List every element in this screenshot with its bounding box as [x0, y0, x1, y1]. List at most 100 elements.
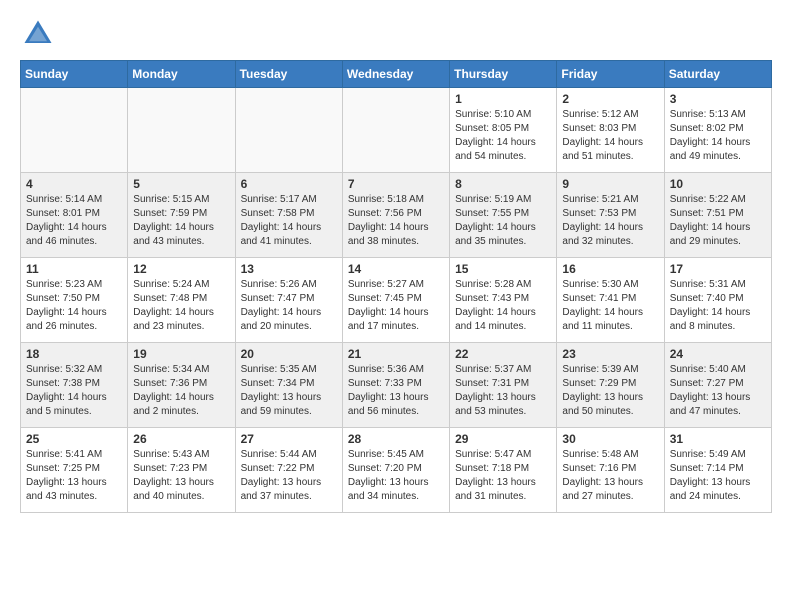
day-number: 8	[455, 177, 551, 191]
day-info: Sunrise: 5:44 AM Sunset: 7:22 PM Dayligh…	[241, 448, 337, 504]
day-number: 17	[670, 262, 766, 276]
calendar-cell: 28 Sunrise: 5:45 AM Sunset: 7:20 PM Dayli…	[342, 428, 449, 513]
calendar-header-monday: Monday	[128, 61, 235, 88]
day-number: 7	[348, 177, 444, 191]
day-info: Sunrise: 5:47 AM Sunset: 7:18 PM Dayligh…	[455, 448, 551, 504]
day-info: Sunrise: 5:28 AM Sunset: 7:43 PM Dayligh…	[455, 278, 551, 334]
day-number: 26	[133, 432, 229, 446]
calendar-header-thursday: Thursday	[450, 61, 557, 88]
calendar-cell: 15 Sunrise: 5:28 AM Sunset: 7:43 PM Dayli…	[450, 258, 557, 343]
calendar-header-sunday: Sunday	[21, 61, 128, 88]
calendar-cell: 10 Sunrise: 5:22 AM Sunset: 7:51 PM Dayli…	[664, 173, 771, 258]
day-info: Sunrise: 5:24 AM Sunset: 7:48 PM Dayligh…	[133, 278, 229, 334]
calendar-cell: 27 Sunrise: 5:44 AM Sunset: 7:22 PM Dayli…	[235, 428, 342, 513]
day-info: Sunrise: 5:31 AM Sunset: 7:40 PM Dayligh…	[670, 278, 766, 334]
day-number: 12	[133, 262, 229, 276]
calendar-cell: 23Sunrise: 5:39 AM Sunset: 7:29 PM Dayli…	[557, 343, 664, 428]
day-info: Sunrise: 5:13 AM Sunset: 8:02 PM Dayligh…	[670, 108, 766, 164]
day-number: 14	[348, 262, 444, 276]
calendar-cell	[342, 88, 449, 173]
day-number: 2	[562, 92, 658, 106]
calendar-header-row: SundayMondayTuesdayWednesdayThursdayFrid…	[21, 61, 772, 88]
calendar-cell: 14 Sunrise: 5:27 AM Sunset: 7:45 PM Dayli…	[342, 258, 449, 343]
day-info: Sunrise: 5:10 AM Sunset: 8:05 PM Dayligh…	[455, 108, 551, 164]
day-info: Sunrise: 5:26 AM Sunset: 7:47 PM Dayligh…	[241, 278, 337, 334]
day-number: 15	[455, 262, 551, 276]
day-number: 19	[133, 347, 229, 361]
day-info: Sunrise: 5:41 AM Sunset: 7:25 PM Dayligh…	[26, 448, 122, 504]
calendar-header-tuesday: Tuesday	[235, 61, 342, 88]
day-number: 30	[562, 432, 658, 446]
day-number: 5	[133, 177, 229, 191]
calendar-cell: 6Sunrise: 5:17 AM Sunset: 7:58 PM Daylig…	[235, 173, 342, 258]
day-info: Sunrise: 5:15 AM Sunset: 7:59 PM Dayligh…	[133, 193, 229, 249]
calendar-cell: 5 Sunrise: 5:15 AM Sunset: 7:59 PM Daylig…	[128, 173, 235, 258]
day-number: 3	[670, 92, 766, 106]
calendar-cell: 25 Sunrise: 5:41 AM Sunset: 7:25 PM Dayli…	[21, 428, 128, 513]
calendar-header-friday: Friday	[557, 61, 664, 88]
day-info: Sunrise: 5:45 AM Sunset: 7:20 PM Dayligh…	[348, 448, 444, 504]
calendar-cell: 20Sunrise: 5:35 AM Sunset: 7:34 PM Dayli…	[235, 343, 342, 428]
calendar-cell: 19Sunrise: 5:34 AM Sunset: 7:36 PM Dayli…	[128, 343, 235, 428]
day-number: 4	[26, 177, 122, 191]
day-number: 18	[26, 347, 122, 361]
calendar-cell: 18 Sunrise: 5:32 AM Sunset: 7:38 PM Dayli…	[21, 343, 128, 428]
calendar-week-row-3: 11 Sunrise: 5:23 AM Sunset: 7:50 PM Dayli…	[21, 258, 772, 343]
calendar-cell: 3 Sunrise: 5:13 AM Sunset: 8:02 PM Daylig…	[664, 88, 771, 173]
calendar-cell: 21Sunrise: 5:36 AM Sunset: 7:33 PM Dayli…	[342, 343, 449, 428]
day-number: 27	[241, 432, 337, 446]
day-info: Sunrise: 5:18 AM Sunset: 7:56 PM Dayligh…	[348, 193, 444, 249]
calendar-week-row-1: 1Sunrise: 5:10 AM Sunset: 8:05 PM Daylig…	[21, 88, 772, 173]
day-info: Sunrise: 5:40 AM Sunset: 7:27 PM Dayligh…	[670, 363, 766, 419]
calendar-cell: 16Sunrise: 5:30 AM Sunset: 7:41 PM Dayli…	[557, 258, 664, 343]
logo	[20, 16, 62, 52]
calendar-week-row-5: 25 Sunrise: 5:41 AM Sunset: 7:25 PM Dayli…	[21, 428, 772, 513]
day-number: 31	[670, 432, 766, 446]
calendar-cell: 4 Sunrise: 5:14 AM Sunset: 8:01 PM Daylig…	[21, 173, 128, 258]
calendar-cell: 26 Sunrise: 5:43 AM Sunset: 7:23 PM Dayli…	[128, 428, 235, 513]
calendar-cell	[235, 88, 342, 173]
calendar-cell: 22 Sunrise: 5:37 AM Sunset: 7:31 PM Dayli…	[450, 343, 557, 428]
calendar-cell: 9 Sunrise: 5:21 AM Sunset: 7:53 PM Daylig…	[557, 173, 664, 258]
day-info: Sunrise: 5:35 AM Sunset: 7:34 PM Dayligh…	[241, 363, 337, 419]
day-number: 10	[670, 177, 766, 191]
day-number: 25	[26, 432, 122, 446]
calendar-cell	[128, 88, 235, 173]
day-info: Sunrise: 5:23 AM Sunset: 7:50 PM Dayligh…	[26, 278, 122, 334]
logo-icon	[20, 16, 56, 52]
calendar-cell: 29 Sunrise: 5:47 AM Sunset: 7:18 PM Dayli…	[450, 428, 557, 513]
day-info: Sunrise: 5:37 AM Sunset: 7:31 PM Dayligh…	[455, 363, 551, 419]
day-info: Sunrise: 5:12 AM Sunset: 8:03 PM Dayligh…	[562, 108, 658, 164]
calendar-cell: 7 Sunrise: 5:18 AM Sunset: 7:56 PM Daylig…	[342, 173, 449, 258]
day-number: 6	[241, 177, 337, 191]
calendar-cell: 12 Sunrise: 5:24 AM Sunset: 7:48 PM Dayli…	[128, 258, 235, 343]
day-number: 16	[562, 262, 658, 276]
day-number: 11	[26, 262, 122, 276]
day-info: Sunrise: 5:21 AM Sunset: 7:53 PM Dayligh…	[562, 193, 658, 249]
calendar-cell: 24Sunrise: 5:40 AM Sunset: 7:27 PM Dayli…	[664, 343, 771, 428]
day-info: Sunrise: 5:14 AM Sunset: 8:01 PM Dayligh…	[26, 193, 122, 249]
day-number: 29	[455, 432, 551, 446]
calendar-table: SundayMondayTuesdayWednesdayThursdayFrid…	[20, 60, 772, 513]
calendar-cell: 13 Sunrise: 5:26 AM Sunset: 7:47 PM Dayli…	[235, 258, 342, 343]
calendar-cell: 31Sunrise: 5:49 AM Sunset: 7:14 PM Dayli…	[664, 428, 771, 513]
calendar-cell: 8 Sunrise: 5:19 AM Sunset: 7:55 PM Daylig…	[450, 173, 557, 258]
day-info: Sunrise: 5:32 AM Sunset: 7:38 PM Dayligh…	[26, 363, 122, 419]
day-number: 9	[562, 177, 658, 191]
day-number: 22	[455, 347, 551, 361]
calendar-cell	[21, 88, 128, 173]
day-info: Sunrise: 5:19 AM Sunset: 7:55 PM Dayligh…	[455, 193, 551, 249]
day-info: Sunrise: 5:22 AM Sunset: 7:51 PM Dayligh…	[670, 193, 766, 249]
calendar-week-row-2: 4 Sunrise: 5:14 AM Sunset: 8:01 PM Daylig…	[21, 173, 772, 258]
calendar-cell: 11 Sunrise: 5:23 AM Sunset: 7:50 PM Dayli…	[21, 258, 128, 343]
calendar-cell: 17 Sunrise: 5:31 AM Sunset: 7:40 PM Dayli…	[664, 258, 771, 343]
calendar-cell: 2 Sunrise: 5:12 AM Sunset: 8:03 PM Daylig…	[557, 88, 664, 173]
day-number: 13	[241, 262, 337, 276]
day-number: 21	[348, 347, 444, 361]
header	[20, 16, 772, 52]
day-number: 28	[348, 432, 444, 446]
day-info: Sunrise: 5:43 AM Sunset: 7:23 PM Dayligh…	[133, 448, 229, 504]
calendar-week-row-4: 18 Sunrise: 5:32 AM Sunset: 7:38 PM Dayli…	[21, 343, 772, 428]
day-info: Sunrise: 5:48 AM Sunset: 7:16 PM Dayligh…	[562, 448, 658, 504]
day-info: Sunrise: 5:27 AM Sunset: 7:45 PM Dayligh…	[348, 278, 444, 334]
